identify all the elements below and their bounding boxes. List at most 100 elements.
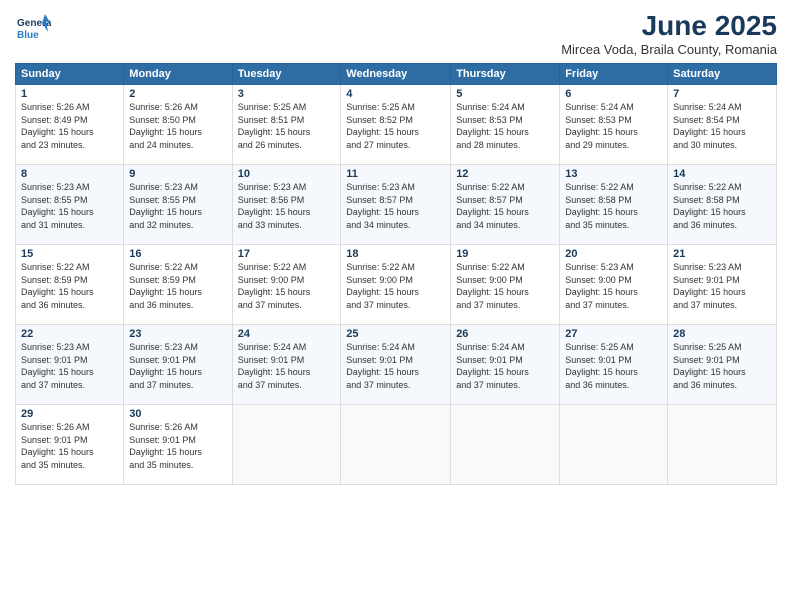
calendar-cell: 10Sunrise: 5:23 AM Sunset: 8:56 PM Dayli… xyxy=(232,165,341,245)
day-number: 15 xyxy=(21,248,118,260)
day-number: 10 xyxy=(238,168,336,180)
day-detail: Sunrise: 5:22 AM Sunset: 9:00 PM Dayligh… xyxy=(456,261,554,311)
logo: General Blue xyxy=(15,10,51,46)
day-number: 18 xyxy=(346,248,445,260)
calendar-cell: 5Sunrise: 5:24 AM Sunset: 8:53 PM Daylig… xyxy=(451,85,560,165)
day-detail: Sunrise: 5:25 AM Sunset: 8:52 PM Dayligh… xyxy=(346,101,445,151)
calendar-cell xyxy=(668,405,777,485)
calendar-cell: 18Sunrise: 5:22 AM Sunset: 9:00 PM Dayli… xyxy=(341,245,451,325)
calendar-cell xyxy=(451,405,560,485)
day-detail: Sunrise: 5:24 AM Sunset: 9:01 PM Dayligh… xyxy=(238,341,336,391)
calendar-cell: 27Sunrise: 5:25 AM Sunset: 9:01 PM Dayli… xyxy=(560,325,668,405)
calendar-cell: 8Sunrise: 5:23 AM Sunset: 8:55 PM Daylig… xyxy=(16,165,124,245)
calendar-cell: 28Sunrise: 5:25 AM Sunset: 9:01 PM Dayli… xyxy=(668,325,777,405)
day-number: 25 xyxy=(346,328,445,340)
calendar-cell: 1Sunrise: 5:26 AM Sunset: 8:49 PM Daylig… xyxy=(16,85,124,165)
calendar-cell: 23Sunrise: 5:23 AM Sunset: 9:01 PM Dayli… xyxy=(124,325,232,405)
calendar-cell: 7Sunrise: 5:24 AM Sunset: 8:54 PM Daylig… xyxy=(668,85,777,165)
day-number: 9 xyxy=(129,168,226,180)
day-detail: Sunrise: 5:24 AM Sunset: 8:53 PM Dayligh… xyxy=(456,101,554,151)
day-number: 5 xyxy=(456,88,554,100)
calendar-cell: 14Sunrise: 5:22 AM Sunset: 8:58 PM Dayli… xyxy=(668,165,777,245)
day-number: 20 xyxy=(565,248,662,260)
day-number: 23 xyxy=(129,328,226,340)
calendar-cell: 20Sunrise: 5:23 AM Sunset: 9:00 PM Dayli… xyxy=(560,245,668,325)
day-detail: Sunrise: 5:23 AM Sunset: 8:55 PM Dayligh… xyxy=(21,181,118,231)
day-number: 2 xyxy=(129,88,226,100)
col-header-monday: Monday xyxy=(124,64,232,85)
day-number: 11 xyxy=(346,168,445,180)
calendar-cell: 3Sunrise: 5:25 AM Sunset: 8:51 PM Daylig… xyxy=(232,85,341,165)
day-number: 21 xyxy=(673,248,771,260)
calendar-cell: 11Sunrise: 5:23 AM Sunset: 8:57 PM Dayli… xyxy=(341,165,451,245)
col-header-saturday: Saturday xyxy=(668,64,777,85)
day-detail: Sunrise: 5:22 AM Sunset: 8:59 PM Dayligh… xyxy=(21,261,118,311)
day-detail: Sunrise: 5:26 AM Sunset: 8:49 PM Dayligh… xyxy=(21,101,118,151)
calendar-header-row: SundayMondayTuesdayWednesdayThursdayFrid… xyxy=(16,64,777,85)
week-row-3: 15Sunrise: 5:22 AM Sunset: 8:59 PM Dayli… xyxy=(16,245,777,325)
calendar-cell: 25Sunrise: 5:24 AM Sunset: 9:01 PM Dayli… xyxy=(341,325,451,405)
calendar-cell: 17Sunrise: 5:22 AM Sunset: 9:00 PM Dayli… xyxy=(232,245,341,325)
day-detail: Sunrise: 5:22 AM Sunset: 8:59 PM Dayligh… xyxy=(129,261,226,311)
calendar-cell: 26Sunrise: 5:24 AM Sunset: 9:01 PM Dayli… xyxy=(451,325,560,405)
week-row-2: 8Sunrise: 5:23 AM Sunset: 8:55 PM Daylig… xyxy=(16,165,777,245)
calendar-cell: 19Sunrise: 5:22 AM Sunset: 9:00 PM Dayli… xyxy=(451,245,560,325)
col-header-thursday: Thursday xyxy=(451,64,560,85)
calendar-cell: 4Sunrise: 5:25 AM Sunset: 8:52 PM Daylig… xyxy=(341,85,451,165)
week-row-1: 1Sunrise: 5:26 AM Sunset: 8:49 PM Daylig… xyxy=(16,85,777,165)
day-number: 19 xyxy=(456,248,554,260)
calendar-cell: 15Sunrise: 5:22 AM Sunset: 8:59 PM Dayli… xyxy=(16,245,124,325)
day-detail: Sunrise: 5:23 AM Sunset: 8:56 PM Dayligh… xyxy=(238,181,336,231)
col-header-tuesday: Tuesday xyxy=(232,64,341,85)
day-number: 3 xyxy=(238,88,336,100)
calendar-cell: 30Sunrise: 5:26 AM Sunset: 9:01 PM Dayli… xyxy=(124,405,232,485)
day-detail: Sunrise: 5:23 AM Sunset: 9:01 PM Dayligh… xyxy=(129,341,226,391)
day-detail: Sunrise: 5:23 AM Sunset: 8:57 PM Dayligh… xyxy=(346,181,445,231)
calendar-table: SundayMondayTuesdayWednesdayThursdayFrid… xyxy=(15,63,777,485)
title-block: June 2025 Mircea Voda, Braila County, Ro… xyxy=(561,10,777,57)
svg-text:Blue: Blue xyxy=(17,30,39,41)
day-detail: Sunrise: 5:23 AM Sunset: 8:55 PM Dayligh… xyxy=(129,181,226,231)
calendar-cell xyxy=(232,405,341,485)
day-number: 12 xyxy=(456,168,554,180)
day-number: 7 xyxy=(673,88,771,100)
day-detail: Sunrise: 5:23 AM Sunset: 9:01 PM Dayligh… xyxy=(21,341,118,391)
calendar-cell: 29Sunrise: 5:26 AM Sunset: 9:01 PM Dayli… xyxy=(16,405,124,485)
day-detail: Sunrise: 5:26 AM Sunset: 9:01 PM Dayligh… xyxy=(129,421,226,471)
day-detail: Sunrise: 5:26 AM Sunset: 8:50 PM Dayligh… xyxy=(129,101,226,151)
day-detail: Sunrise: 5:24 AM Sunset: 9:01 PM Dayligh… xyxy=(346,341,445,391)
day-detail: Sunrise: 5:23 AM Sunset: 9:01 PM Dayligh… xyxy=(673,261,771,311)
col-header-friday: Friday xyxy=(560,64,668,85)
day-detail: Sunrise: 5:22 AM Sunset: 9:00 PM Dayligh… xyxy=(346,261,445,311)
day-detail: Sunrise: 5:25 AM Sunset: 9:01 PM Dayligh… xyxy=(565,341,662,391)
month-title: June 2025 xyxy=(561,10,777,42)
calendar-cell xyxy=(341,405,451,485)
calendar-cell: 24Sunrise: 5:24 AM Sunset: 9:01 PM Dayli… xyxy=(232,325,341,405)
day-number: 30 xyxy=(129,408,226,420)
logo-svg: General Blue xyxy=(15,10,51,46)
col-header-sunday: Sunday xyxy=(16,64,124,85)
day-number: 6 xyxy=(565,88,662,100)
day-detail: Sunrise: 5:26 AM Sunset: 9:01 PM Dayligh… xyxy=(21,421,118,471)
day-detail: Sunrise: 5:25 AM Sunset: 8:51 PM Dayligh… xyxy=(238,101,336,151)
day-number: 22 xyxy=(21,328,118,340)
calendar-cell xyxy=(560,405,668,485)
week-row-4: 22Sunrise: 5:23 AM Sunset: 9:01 PM Dayli… xyxy=(16,325,777,405)
calendar-cell: 21Sunrise: 5:23 AM Sunset: 9:01 PM Dayli… xyxy=(668,245,777,325)
day-number: 13 xyxy=(565,168,662,180)
day-number: 14 xyxy=(673,168,771,180)
day-detail: Sunrise: 5:22 AM Sunset: 9:00 PM Dayligh… xyxy=(238,261,336,311)
col-header-wednesday: Wednesday xyxy=(341,64,451,85)
day-number: 29 xyxy=(21,408,118,420)
header: General Blue June 2025 Mircea Voda, Brai… xyxy=(15,10,777,57)
calendar-cell: 13Sunrise: 5:22 AM Sunset: 8:58 PM Dayli… xyxy=(560,165,668,245)
calendar-cell: 9Sunrise: 5:23 AM Sunset: 8:55 PM Daylig… xyxy=(124,165,232,245)
day-number: 26 xyxy=(456,328,554,340)
calendar-cell: 12Sunrise: 5:22 AM Sunset: 8:57 PM Dayli… xyxy=(451,165,560,245)
day-detail: Sunrise: 5:24 AM Sunset: 8:54 PM Dayligh… xyxy=(673,101,771,151)
day-number: 8 xyxy=(21,168,118,180)
day-number: 16 xyxy=(129,248,226,260)
day-detail: Sunrise: 5:22 AM Sunset: 8:57 PM Dayligh… xyxy=(456,181,554,231)
calendar-cell: 2Sunrise: 5:26 AM Sunset: 8:50 PM Daylig… xyxy=(124,85,232,165)
calendar-cell: 22Sunrise: 5:23 AM Sunset: 9:01 PM Dayli… xyxy=(16,325,124,405)
